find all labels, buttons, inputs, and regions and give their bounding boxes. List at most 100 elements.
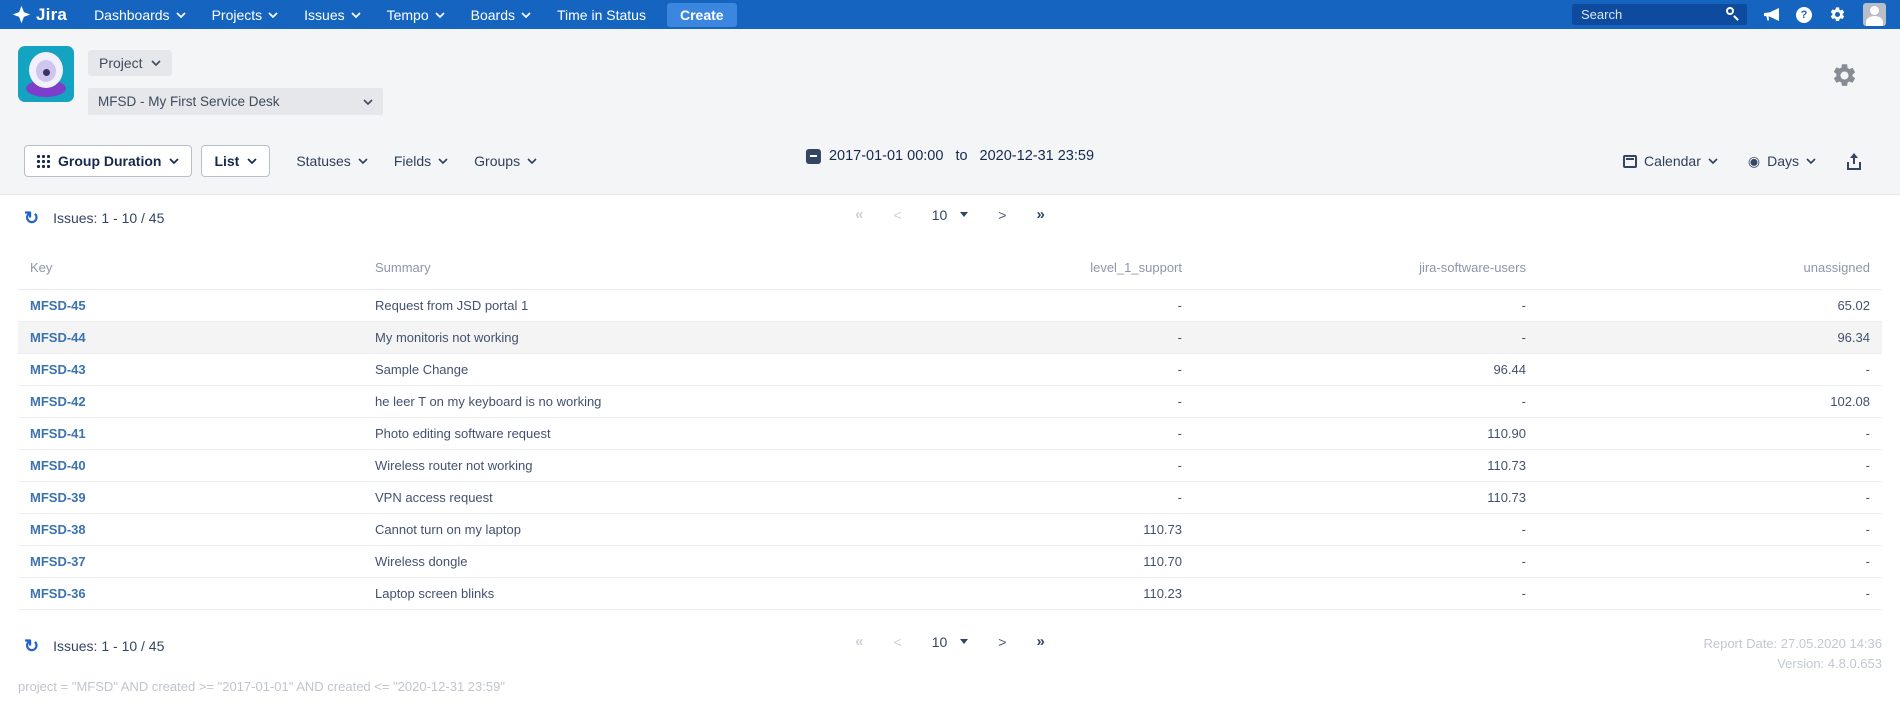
chevron-down-icon — [351, 12, 361, 18]
duration-value-cell: - — [850, 290, 1194, 322]
duration-value-cell: 110.90 — [1194, 418, 1538, 450]
duration-value-cell: - — [1194, 290, 1538, 322]
column-header-summary: Summary — [363, 246, 850, 290]
grid-icon — [37, 155, 50, 168]
last-page-button[interactable]: » — [1036, 206, 1044, 223]
duration-value-cell: - — [1194, 322, 1538, 354]
next-page-button[interactable]: > — [998, 207, 1006, 223]
table-row: MFSD-45Request from JSD portal 1--65.02 — [18, 290, 1882, 322]
issue-key-link[interactable]: MFSD-41 — [30, 426, 86, 441]
duration-value-cell: - — [1538, 482, 1882, 514]
chevron-down-icon — [363, 99, 373, 105]
group-duration-button[interactable]: Group Duration — [24, 145, 192, 177]
issue-key-link[interactable]: MFSD-42 — [30, 394, 86, 409]
groups-dropdown[interactable]: Groups — [474, 153, 537, 169]
issue-key-link[interactable]: MFSD-39 — [30, 490, 86, 505]
nav-item-dashboards[interactable]: Dashboards — [81, 0, 199, 29]
duration-value-cell: 96.44 — [1194, 354, 1538, 386]
jira-logo[interactable]: Jira — [0, 5, 81, 25]
date-range-picker[interactable]: 2017-01-01 00:00 to 2020-12-31 23:59 — [806, 148, 1094, 164]
right-controls: Calendar ◉ Days — [1623, 145, 1862, 177]
duration-value-cell: - — [1194, 578, 1538, 610]
help-icon[interactable]: ? — [1796, 7, 1812, 23]
calendar-mode-dropdown[interactable]: Calendar — [1623, 153, 1718, 169]
next-page-button[interactable]: > — [998, 634, 1006, 650]
column-header-key: Key — [18, 246, 363, 290]
table-row: MFSD-36Laptop screen blinks110.23-- — [18, 578, 1882, 610]
chevron-down-icon — [247, 158, 257, 164]
create-button[interactable]: Create — [667, 3, 737, 27]
table-row: MFSD-38Cannot turn on my laptop110.73-- — [18, 514, 1882, 546]
first-page-button[interactable]: « — [855, 206, 863, 223]
issues-table: Key Summary level_1_support jira-softwar… — [18, 246, 1882, 610]
duration-value-cell: 110.70 — [850, 546, 1194, 578]
issue-summary-cell: My monitoris not working — [363, 322, 850, 354]
settings-gear-icon[interactable] — [1831, 62, 1858, 89]
user-avatar[interactable] — [1863, 3, 1886, 26]
nav-item-tempo[interactable]: Tempo — [374, 0, 458, 29]
date-separator: to — [955, 148, 967, 164]
nav-item-boards[interactable]: Boards — [458, 0, 544, 29]
caret-down-icon — [960, 212, 968, 217]
issue-key-link[interactable]: MFSD-37 — [30, 554, 86, 569]
project-select[interactable]: MFSD - My First Service Desk — [88, 88, 383, 115]
view-toolbar: Group Duration List Statuses Fields Grou… — [24, 145, 537, 177]
chevron-down-icon — [1806, 158, 1816, 164]
calendar-icon — [1623, 155, 1637, 168]
chevron-down-icon — [358, 158, 368, 164]
issue-key-link[interactable]: MFSD-40 — [30, 458, 86, 473]
duration-value-cell: 110.73 — [1194, 482, 1538, 514]
issue-summary-cell: Cannot turn on my laptop — [363, 514, 850, 546]
date-to[interactable]: 2020-12-31 23:59 — [980, 148, 1095, 164]
app-root: Jira Dashboards Projects Issues Tempo Bo… — [0, 0, 1900, 723]
duration-value-cell: 110.73 — [1194, 450, 1538, 482]
search-input[interactable] — [1572, 4, 1747, 25]
nav-item-issues[interactable]: Issues — [291, 0, 373, 29]
fields-dropdown[interactable]: Fields — [394, 153, 448, 169]
search-box — [1572, 4, 1747, 25]
duration-value-cell: - — [850, 386, 1194, 418]
table-row: MFSD-40Wireless router not working-110.7… — [18, 450, 1882, 482]
statuses-dropdown[interactable]: Statuses — [296, 153, 367, 169]
table-header-row: Key Summary level_1_support jira-softwar… — [18, 246, 1882, 290]
nav-item-time-in-status[interactable]: Time in Status — [544, 0, 659, 29]
project-type-dropdown[interactable]: Project — [88, 50, 172, 76]
duration-value-cell: 110.23 — [850, 578, 1194, 610]
admin-gear-icon[interactable] — [1829, 6, 1846, 23]
jql-query: project = "MFSD" AND created >= "2017-01… — [18, 679, 505, 694]
jira-logo-icon — [12, 5, 31, 24]
caret-down-icon — [960, 639, 968, 644]
last-page-button[interactable]: » — [1036, 633, 1044, 650]
issue-key-link[interactable]: MFSD-36 — [30, 586, 86, 601]
first-page-button[interactable]: « — [855, 633, 863, 650]
pagination-bottom: « < 10 > » — [0, 633, 1900, 650]
prev-page-button[interactable]: < — [894, 634, 902, 650]
duration-value-cell: - — [850, 322, 1194, 354]
page-size-dropdown[interactable]: 10 — [932, 207, 969, 223]
issue-summary-cell: Wireless dongle — [363, 546, 850, 578]
list-view-button[interactable]: List — [201, 145, 270, 177]
export-icon[interactable] — [1846, 153, 1862, 170]
project-avatar — [18, 46, 74, 102]
date-from[interactable]: 2017-01-01 00:00 — [829, 148, 944, 164]
time-unit-dropdown[interactable]: ◉ Days — [1748, 153, 1816, 169]
megaphone-icon[interactable] — [1764, 8, 1779, 21]
issue-key-link[interactable]: MFSD-38 — [30, 522, 86, 537]
search-icon[interactable] — [1726, 7, 1740, 21]
chevron-down-icon — [438, 158, 448, 164]
nav-item-projects[interactable]: Projects — [199, 0, 292, 29]
page-size-dropdown[interactable]: 10 — [932, 634, 969, 650]
prev-page-button[interactable]: < — [894, 207, 902, 223]
navbar-right: ? — [1572, 3, 1900, 26]
duration-value-cell: - — [1538, 514, 1882, 546]
chevron-down-icon — [169, 158, 179, 164]
calendar-icon — [806, 149, 821, 164]
issue-key-link[interactable]: MFSD-43 — [30, 362, 86, 377]
issue-key-link[interactable]: MFSD-44 — [30, 330, 86, 345]
issue-key-link[interactable]: MFSD-45 — [30, 298, 86, 313]
table-row: MFSD-43Sample Change-96.44- — [18, 354, 1882, 386]
duration-value-cell: - — [1194, 514, 1538, 546]
chevron-down-icon — [176, 12, 186, 18]
issue-summary-cell: Wireless router not working — [363, 450, 850, 482]
issue-summary-cell: Sample Change — [363, 354, 850, 386]
